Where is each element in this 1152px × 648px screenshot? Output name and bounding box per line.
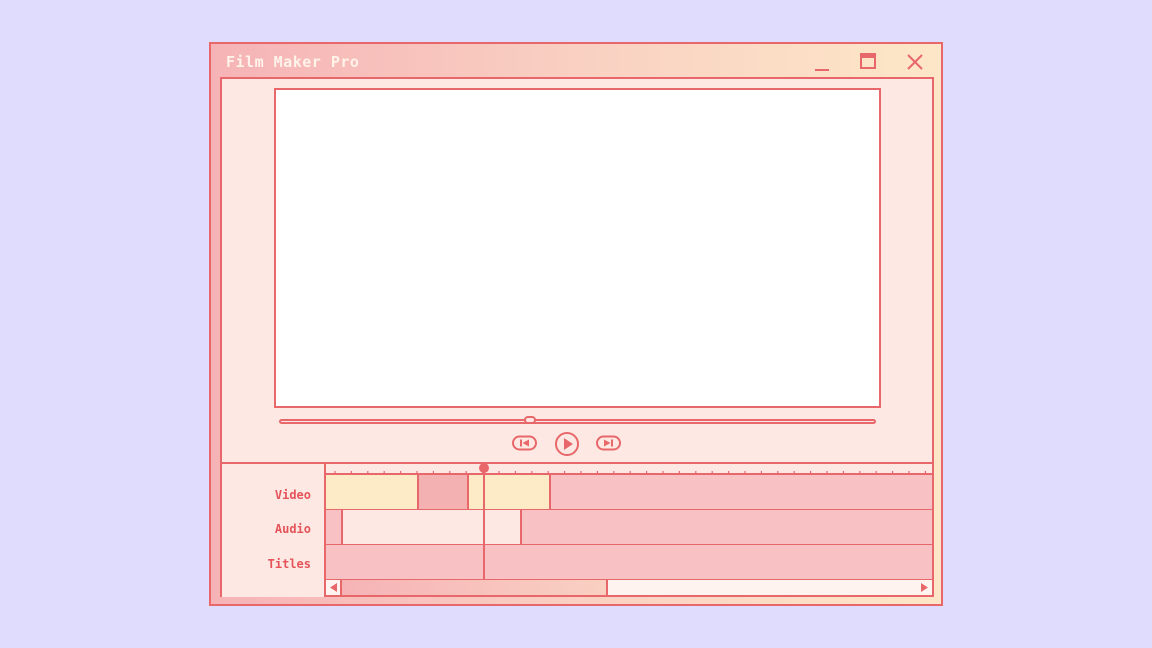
minimize-button[interactable] xyxy=(810,50,836,74)
timeline: Video Audio Titles xyxy=(222,462,932,597)
timeline-scrollbar[interactable] xyxy=(326,580,932,595)
scrollbar-thumb[interactable] xyxy=(342,580,608,595)
scrubber-handle[interactable] xyxy=(524,416,537,424)
track-area[interactable] xyxy=(326,463,932,597)
video-clip[interactable] xyxy=(469,475,551,509)
skip-forward-icon xyxy=(596,435,621,451)
video-preview xyxy=(274,88,881,408)
video-clip[interactable] xyxy=(326,475,419,509)
audio-clip[interactable] xyxy=(343,510,522,544)
arrow-right-icon xyxy=(921,583,928,592)
playhead-handle[interactable] xyxy=(479,463,489,473)
skip-forward-button[interactable] xyxy=(596,435,622,455)
scroll-right-button[interactable] xyxy=(916,580,932,595)
app-window: Film Maker Pro Video Audio Titles xyxy=(209,42,943,606)
track-label-audio: Audio xyxy=(274,522,311,536)
video-clip[interactable] xyxy=(419,475,469,509)
maximize-button[interactable] xyxy=(856,50,882,74)
minimize-icon xyxy=(815,69,829,71)
editor-panel: Video Audio Titles xyxy=(220,77,934,597)
arrow-left-icon xyxy=(330,583,337,592)
close-icon xyxy=(907,54,923,70)
track-labels: Video Audio Titles xyxy=(222,464,326,597)
audio-clip[interactable] xyxy=(326,510,343,544)
track-label-video: Video xyxy=(274,488,311,502)
play-button[interactable] xyxy=(554,431,580,461)
titles-track[interactable] xyxy=(326,545,932,581)
video-track[interactable] xyxy=(326,475,932,511)
skip-back-button[interactable] xyxy=(512,435,538,455)
window-title: Film Maker Pro xyxy=(226,53,360,71)
playhead[interactable] xyxy=(483,465,485,580)
play-icon xyxy=(555,432,579,456)
playback-scrubber[interactable] xyxy=(279,416,876,424)
close-button[interactable] xyxy=(902,50,928,74)
audio-track[interactable] xyxy=(326,510,932,546)
timeline-ruler[interactable] xyxy=(326,464,932,479)
maximize-icon xyxy=(860,53,876,69)
track-label-titles: Titles xyxy=(267,557,311,571)
skip-back-icon xyxy=(512,435,537,451)
scroll-left-button[interactable] xyxy=(326,580,342,595)
